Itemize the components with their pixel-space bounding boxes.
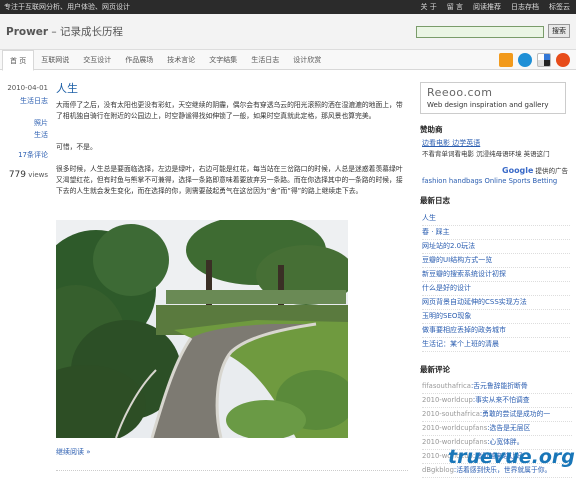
comment-text[interactable]: :事实从来不怕调查 [473, 396, 530, 404]
google-ads-label: Google 提供的广告 [502, 165, 568, 175]
post-views: 779 views [9, 170, 48, 180]
post-comments-count[interactable]: 17条评论 [18, 150, 48, 160]
recent-posts-heading: 最新日志 [420, 196, 450, 205]
reeoo-logo: Reeoo.com [427, 86, 493, 99]
sponsor-text[interactable]: 不看背单词看电影 沉浸纯母语环境 英语这门 [422, 148, 550, 158]
nav-home[interactable]: 首 页 [2, 50, 35, 71]
post-title[interactable]: 人生 [56, 80, 78, 96]
recent-post-item[interactable]: 玉明的SEO现象 [422, 310, 570, 324]
post-photo [56, 220, 348, 438]
recent-post-item[interactable]: 做事要相应丢掉的政务城市 [422, 324, 570, 338]
sponsor-heading: 赞助商 [420, 125, 443, 134]
top-link-tags[interactable]: 标签云 [549, 0, 570, 14]
comment-item[interactable]: 2010-worldcupfans:选告是无层区 [422, 422, 572, 436]
search-button[interactable]: 搜索 [548, 24, 570, 38]
main-nav: 首 页 互联网说 交互设计 作品展场 技术言论 文字结集 生活日志 设计欣赏 [0, 50, 576, 71]
comment-text[interactable]: :舌元鲁辞能折断骨 [471, 382, 528, 390]
recent-post-item[interactable]: 网址站的2.0玩法 [422, 240, 570, 254]
post-category[interactable]: 生活日志 [20, 96, 48, 106]
recent-posts-list: 人生 春 · 踩主 网址站的2.0玩法 豆瓣的UI结构方式一览 新豆瓣的搜索系统… [422, 212, 570, 352]
nav-design[interactable]: 设计欣赏 [286, 50, 328, 70]
recent-post-item[interactable]: 新豆瓣的搜索系统设计初探 [422, 268, 570, 282]
recent-post-item[interactable]: 生活记：某个上班的清晨 [422, 338, 570, 352]
nav-writing[interactable]: 文字结集 [202, 50, 244, 70]
site-header: Prower – 记录成长历程 搜索 [0, 14, 576, 50]
google-logo: Google [502, 166, 534, 175]
nav-life[interactable]: 生活日志 [244, 50, 286, 70]
sponsor-ad-links[interactable]: fashion handbags Online Sports Betting [422, 177, 557, 185]
top-link-reading[interactable]: 阅读推荐 [473, 0, 501, 14]
comment-author: 2010-southafrica [422, 410, 480, 418]
sponsor-link[interactable]: 边看电影 边学英语 [422, 138, 480, 148]
top-link-archive[interactable]: 日志存档 [511, 0, 539, 14]
site-subtitle: – 记录成长历程 [48, 26, 124, 38]
comment-author: 2010-worldcup [422, 396, 473, 404]
reeoo-ad[interactable]: Reeoo.com Web design inspiration and gal… [420, 82, 566, 114]
delicious-icon[interactable] [537, 53, 551, 67]
recent-post-item[interactable]: 什么是好的设计 [422, 282, 570, 296]
search-input[interactable] [416, 26, 544, 38]
park-path-photo [56, 220, 348, 438]
post-paragraph: 大雨停了之后，没有太阳也更没有彩虹，天空继续的阴霾，偶尔会有穿透乌云的阳光滚照的… [56, 101, 403, 120]
top-link-guestbook[interactable]: 留 言 [447, 0, 463, 14]
post-paragraph: 可惜，不是。 [56, 143, 97, 151]
site-tagline: 专注于互联网分析、用户体验、网页设计 [4, 3, 130, 11]
comment-text[interactable]: :勇敢的尝试是成功的一 [480, 410, 550, 418]
rss-icon[interactable] [499, 53, 513, 67]
comment-author: 2010-worldcupfans [422, 438, 488, 446]
recent-post-item[interactable]: 豆瓣的UI结构方式一览 [422, 254, 570, 268]
post-paragraph: 很多时候，人生总是要面临选择，左边是绿叶，右边可能是红花，每当站在三岔路口的时候… [56, 165, 403, 195]
nav-internet[interactable]: 互联网说 [34, 50, 76, 70]
post-date: 2010-04-01 [7, 84, 48, 92]
comment-author: fifasouthafrica [422, 382, 471, 390]
nav-interaction[interactable]: 交互设计 [76, 50, 118, 70]
top-bar: 专注于互联网分析、用户体验、网页设计 关 于 留 言 阅读推荐 日志存档 标签云 [0, 0, 576, 14]
post-tag[interactable]: 照片 [34, 118, 48, 128]
comment-text[interactable]: :选告是无层区 [487, 424, 530, 432]
nav-works[interactable]: 作品展场 [118, 50, 160, 70]
top-nav: 关 于 留 言 阅读推荐 日志存档 标签云 [421, 0, 570, 14]
comment-author: 2010-worldcupfans [422, 424, 488, 432]
comment-item[interactable]: fifasouthafrica:舌元鲁辞能折断骨 [422, 380, 572, 394]
browser-icon[interactable] [518, 53, 532, 67]
bookmark-icon[interactable] [556, 53, 570, 67]
post-divider [56, 470, 408, 471]
top-link-about[interactable]: 关 于 [421, 0, 437, 14]
post-tag[interactable]: 生活 [34, 130, 48, 140]
site-title[interactable]: Prower – 记录成长历程 [6, 24, 123, 39]
recent-comments-heading: 最新评论 [420, 365, 450, 374]
comment-item[interactable]: 2010-southafrica:勇敢的尝试是成功的一 [422, 408, 572, 422]
comment-text[interactable]: :心宽体胖。 [487, 438, 523, 446]
recent-post-item[interactable]: 网页背景自动延伸的CSS实现方法 [422, 296, 570, 310]
views-number: 779 [8, 170, 26, 180]
site-name[interactable]: Prower [6, 26, 48, 38]
google-ads-sub: 提供的广告 [533, 167, 569, 175]
nav-tech[interactable]: 技术言论 [160, 50, 202, 70]
recent-post-item[interactable]: 春 · 踩主 [422, 226, 570, 240]
views-label: views [26, 171, 48, 179]
comment-item[interactable]: 2010-worldcup:事实从来不怕调查 [422, 394, 572, 408]
read-more-link[interactable]: 继续阅读 » [56, 447, 91, 457]
recent-post-item[interactable]: 人生 [422, 212, 570, 226]
reeoo-tagline: Web design inspiration and gallery [427, 101, 549, 109]
watermark-text: truevue.org [448, 446, 575, 468]
